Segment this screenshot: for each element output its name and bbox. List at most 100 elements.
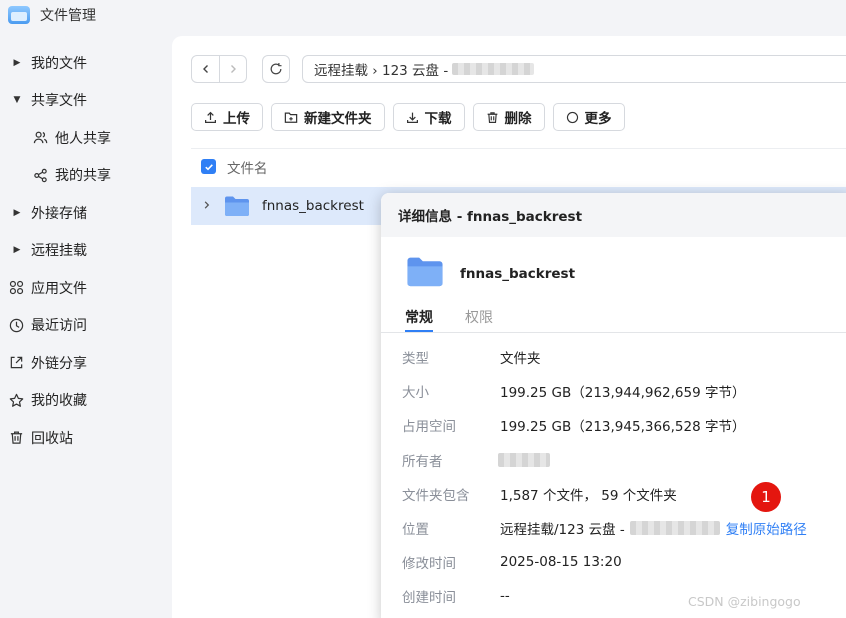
more-label: 更多 xyxy=(584,111,612,127)
download-label: 下载 xyxy=(424,111,452,127)
star-icon xyxy=(8,392,24,408)
upload-button[interactable]: 上传 xyxy=(191,103,263,131)
sidebar-item-recent[interactable]: 最近访问 xyxy=(0,307,170,345)
redacted-location xyxy=(629,521,720,536)
prop-key: 所有者 xyxy=(402,453,443,470)
prop-value: -- xyxy=(500,588,510,605)
caret-right-icon: ▶ xyxy=(13,57,21,68)
sidebar-item-label: 他人共享 xyxy=(55,130,111,147)
sidebar-item-label: 我的收藏 xyxy=(31,393,87,410)
prop-key: 创建时间 xyxy=(402,590,456,607)
delete-button[interactable]: 删除 xyxy=(472,103,545,131)
sidebar-item-my-files[interactable]: ▶ 我的文件 xyxy=(0,44,170,82)
prop-disk-usage: 占用空间 199.25 GB（213,945,366,528 字节） xyxy=(402,408,842,442)
chevron-right-icon[interactable] xyxy=(202,200,214,213)
upload-icon xyxy=(204,111,217,124)
dialog-file-name: fnnas_backrest xyxy=(460,265,576,282)
apps-grid-icon xyxy=(8,280,24,296)
caret-down-icon: ▼ xyxy=(13,95,21,106)
folder-app-icon xyxy=(8,6,30,24)
folder-icon xyxy=(224,195,250,217)
redacted-path xyxy=(452,63,535,75)
prop-value: 2025-08-15 13:20 xyxy=(500,554,622,571)
sidebar-item-recycle-bin[interactable]: 回收站 xyxy=(0,419,170,457)
trash-icon xyxy=(8,430,24,446)
dialog-file-header: fnnas_backrest xyxy=(406,255,575,292)
sidebar-item-external-share[interactable]: 外链分享 xyxy=(0,344,170,382)
sidebar-item-label: 最近访问 xyxy=(31,318,87,335)
sidebar-item-label: 共享文件 xyxy=(31,93,87,110)
select-all-checkbox[interactable] xyxy=(201,159,216,174)
prop-type: 类型 文件夹 xyxy=(402,340,842,374)
prop-key: 类型 xyxy=(402,351,429,368)
sidebar-item-my-shares[interactable]: 我的共享 xyxy=(0,157,170,195)
sidebar-item-label: 我的文件 xyxy=(31,55,87,72)
toolbar: 上传 新建文件夹 下载 删除 更多 xyxy=(191,103,625,131)
redacted-owner xyxy=(498,452,550,467)
clock-icon xyxy=(8,317,24,333)
watermark: CSDN @zibingogo xyxy=(688,594,801,609)
back-button[interactable] xyxy=(192,56,219,82)
annotation-badge: 1 xyxy=(751,482,781,512)
folder-icon xyxy=(406,255,444,292)
sidebar-item-shared-with-me[interactable]: 他人共享 xyxy=(0,119,170,157)
refresh-button[interactable] xyxy=(262,55,290,83)
sidebar-item-label: 外接存储 xyxy=(31,205,87,222)
column-header-name[interactable]: 文件名 xyxy=(227,157,268,177)
external-share-icon xyxy=(8,355,24,371)
tab-permissions[interactable]: 权限 xyxy=(465,307,493,327)
path-bar[interactable]: 远程挂载 › 123 云盘 - xyxy=(302,55,846,83)
sidebar-item-label: 外链分享 xyxy=(31,355,87,372)
new-folder-label: 新建文件夹 xyxy=(304,111,372,127)
sidebar-item-favorites[interactable]: 我的收藏 xyxy=(0,382,170,420)
app-title: 文件管理 xyxy=(40,8,96,24)
sidebar: ▶ 我的文件 ▼ 共享文件 他人共享 我的共享 ▶ 外接存储 ▶ 远程挂载 应用… xyxy=(0,44,170,457)
caret-right-icon: ▶ xyxy=(13,245,21,256)
refresh-icon xyxy=(270,63,282,75)
chevron-left-icon xyxy=(202,65,208,73)
dialog-title[interactable]: 详细信息 - fnnas_backrest xyxy=(381,193,846,237)
prop-key: 文件夹包含 xyxy=(402,487,470,504)
sidebar-item-remote-mount[interactable]: ▶ 远程挂载 xyxy=(0,232,170,270)
properties-list: 类型 文件夹 大小 199.25 GB（213,944,962,659 字节） … xyxy=(402,340,842,614)
prop-value: 文件夹 xyxy=(500,351,541,368)
prop-location: 位置 远程挂载/123 云盘 - 复制原始路径 xyxy=(402,511,842,545)
sidebar-item-external-storage[interactable]: ▶ 外接存储 xyxy=(0,194,170,232)
users-icon xyxy=(32,130,48,146)
new-folder-button[interactable]: 新建文件夹 xyxy=(271,103,385,131)
more-icon xyxy=(566,111,579,124)
sidebar-item-label: 回收站 xyxy=(31,430,73,447)
prop-key: 修改时间 xyxy=(402,556,456,573)
prop-key: 位置 xyxy=(402,522,429,539)
sidebar-item-label: 我的共享 xyxy=(55,168,111,185)
prop-modified-time: 修改时间 2025-08-15 13:20 xyxy=(402,545,842,579)
new-folder-icon xyxy=(284,111,298,124)
caret-right-icon: ▶ xyxy=(13,207,21,218)
download-button[interactable]: 下载 xyxy=(392,103,465,131)
forward-button[interactable] xyxy=(219,56,246,82)
prop-owner: 所有者 xyxy=(402,443,842,477)
prop-value: 199.25 GB（213,945,366,528 字节） xyxy=(500,419,746,436)
check-icon xyxy=(204,163,213,170)
sidebar-item-shared-files[interactable]: ▼ 共享文件 xyxy=(0,82,170,120)
nav-buttons xyxy=(191,55,247,83)
prop-value: 199.25 GB（213,944,962,659 字节） xyxy=(500,385,746,402)
prop-value: 远程挂载/123 云盘 - 复制原始路径 xyxy=(500,518,807,538)
details-dialog: 详细信息 - fnnas_backrest fnnas_backrest 常规 … xyxy=(381,193,846,618)
trash-icon xyxy=(486,111,499,124)
sidebar-item-label: 应用文件 xyxy=(31,280,87,297)
file-list-header: 文件名 xyxy=(191,148,846,184)
sidebar-item-label: 远程挂载 xyxy=(31,243,87,260)
prop-size: 大小 199.25 GB（213,944,962,659 字节） xyxy=(402,374,842,408)
copy-original-path-link[interactable]: 复制原始路径 xyxy=(726,518,807,538)
location-text: 远程挂载/123 云盘 - xyxy=(500,522,625,539)
prop-key: 大小 xyxy=(402,385,429,402)
tab-general[interactable]: 常规 xyxy=(405,307,433,332)
more-button[interactable]: 更多 xyxy=(552,103,625,131)
prop-value: 1,587 个文件， 59 个文件夹 xyxy=(500,487,677,504)
sidebar-item-app-files[interactable]: 应用文件 xyxy=(0,269,170,307)
path-text: 远程挂载 › 123 云盘 - xyxy=(314,63,449,79)
file-name: fnnas_backrest xyxy=(262,198,364,214)
upload-label: 上传 xyxy=(223,111,250,127)
title-bar: 文件管理 xyxy=(0,0,846,30)
